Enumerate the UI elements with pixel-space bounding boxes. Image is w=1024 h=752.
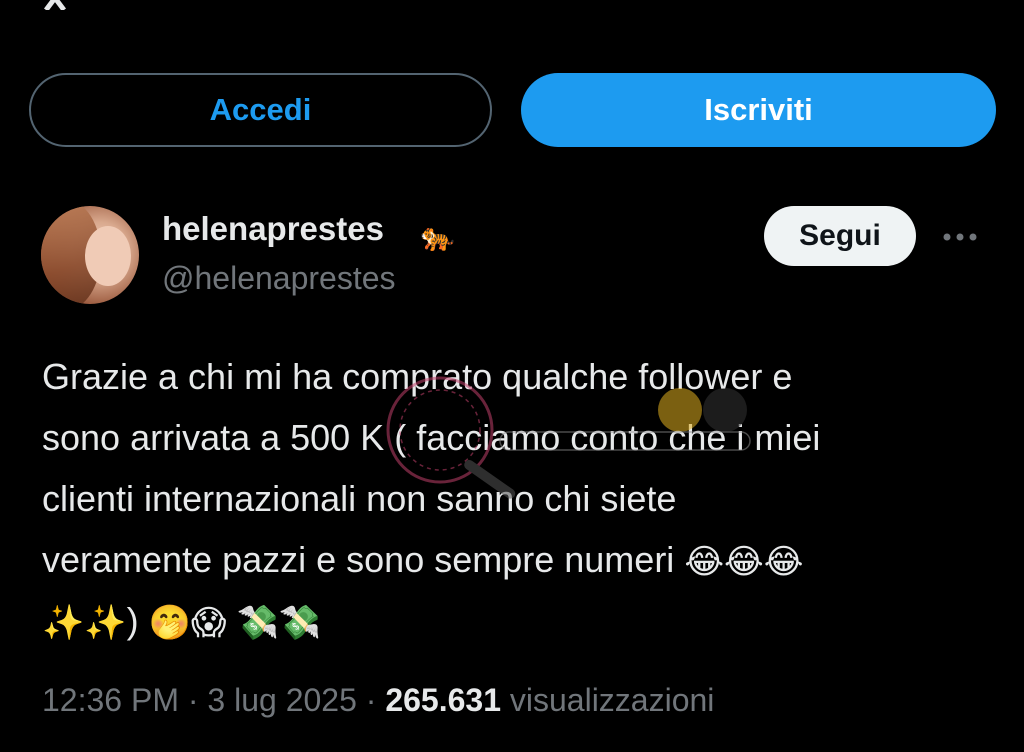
user-handle[interactable]: @helenaprestes — [162, 260, 396, 297]
x-logo-icon[interactable] — [42, 0, 102, 10]
separator-dot: · — [187, 682, 199, 718]
post-page: Accedi Iscriviti helenaprestes 🐅 @helena… — [0, 0, 1024, 752]
views-label: visualizzazioni — [509, 682, 715, 718]
post-text-line-2: sono arrivata a 500 K ( facciamo conto c… — [42, 417, 821, 458]
avatar[interactable] — [41, 206, 139, 304]
money-wings-emoji: 💸💸 — [236, 604, 322, 643]
tiger-emoji-badge: 🐅 — [420, 221, 455, 252]
post-text-line-3: clienti internazionali non sanno chi sie… — [42, 478, 677, 519]
follow-button[interactable]: Segui — [764, 206, 916, 266]
signup-button[interactable]: Iscriviti — [521, 73, 996, 147]
post-metadata: 12:36 PM · 3 lug 2025 · 265.631 visualiz… — [42, 682, 714, 719]
login-button[interactable]: Accedi — [29, 73, 492, 147]
display-name[interactable]: helenaprestes — [162, 210, 384, 248]
post-date[interactable]: 3 lug 2025 — [207, 682, 356, 718]
post-text-line-1: Grazie a chi mi ha comprato qualche foll… — [42, 356, 793, 397]
closing-paren: ) — [126, 600, 139, 641]
post-text-line-4-text: veramente pazzi e sono sempre numeri — [42, 539, 675, 580]
views-count: 265.631 — [385, 682, 501, 718]
avatar-face — [85, 226, 131, 286]
post-text-line-5: ✨✨) 🤭😱 💸💸 — [42, 590, 992, 651]
post-text: Grazie a chi mi ha comprato qualche foll… — [42, 346, 992, 651]
separator-dot: · — [365, 682, 377, 718]
more-dots-icon[interactable] — [940, 222, 980, 252]
post-text-line-4: veramente pazzi e sono sempre numeri 😂😂😂 — [42, 529, 992, 590]
laughing-emoji: 😂😂😂 — [684, 543, 804, 582]
post-time[interactable]: 12:36 PM — [42, 682, 179, 718]
face-emoji: 🤭😱 — [148, 604, 227, 643]
sparkles-emoji: ✨✨ — [42, 604, 127, 643]
